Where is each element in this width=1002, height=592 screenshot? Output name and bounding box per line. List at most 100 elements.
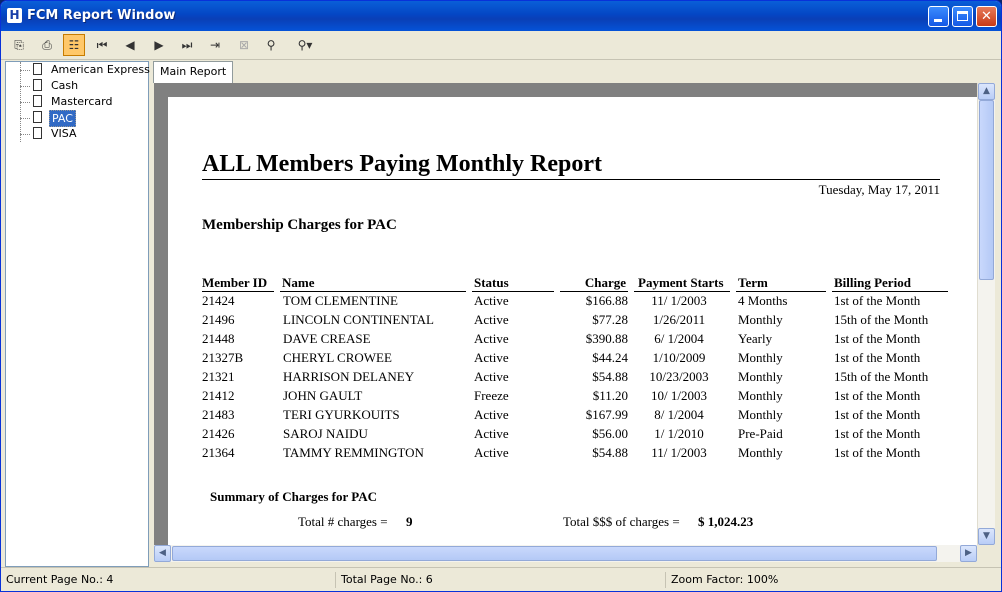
tree-connector bbox=[20, 102, 30, 103]
column-header-term: Term bbox=[738, 275, 768, 290]
stop-button[interactable]: ⊠ bbox=[233, 34, 255, 56]
header-rule bbox=[736, 291, 826, 292]
summary-count-label: Total # charges = bbox=[298, 514, 388, 529]
last-page-button[interactable]: ⏭ bbox=[176, 34, 198, 56]
go-to-page-button[interactable]: ⇥ bbox=[204, 34, 226, 56]
cell-billing-period: 1st of the Month bbox=[834, 331, 921, 346]
cell-name: CHERYL CROWEE bbox=[283, 350, 392, 365]
minimize-button[interactable] bbox=[928, 6, 949, 27]
cell-member-id: 21364 bbox=[202, 445, 235, 460]
cell-member-id: 21412 bbox=[202, 388, 235, 403]
arrow-left-icon: ◀ bbox=[159, 548, 166, 558]
cell-charge: $44.24 bbox=[592, 350, 628, 365]
cell-member-id: 21321 bbox=[202, 369, 235, 384]
vertical-scroll-thumb[interactable] bbox=[979, 100, 994, 280]
scroll-left-button[interactable]: ◀ bbox=[154, 545, 171, 562]
cell-billing-period: 15th of the Month bbox=[834, 369, 929, 384]
vertical-scrollbar[interactable]: ▲ ▼ bbox=[977, 83, 995, 545]
column-header-billing-period: Billing Period bbox=[834, 275, 911, 290]
search-button[interactable]: ⚲ bbox=[260, 34, 282, 56]
horizontal-scroll-thumb[interactable] bbox=[172, 546, 937, 561]
cell-charge: $56.00 bbox=[592, 426, 628, 441]
next-page-button[interactable]: ▶ bbox=[148, 34, 170, 56]
cell-member-id: 21327B bbox=[202, 350, 244, 365]
document-icon bbox=[33, 127, 42, 139]
cell-member-id: 21424 bbox=[202, 293, 235, 308]
cell-member-id: 21448 bbox=[202, 331, 235, 346]
cell-billing-period: 1st of the Month bbox=[834, 388, 921, 403]
cell-payment-starts: 1/10/2009 bbox=[652, 350, 706, 365]
cell-payment-starts: 11/ 1/2003 bbox=[651, 293, 707, 308]
first-page-icon: ⏮ bbox=[96, 37, 108, 52]
title-rule bbox=[202, 179, 940, 180]
zoom-button[interactable]: ⚲▾ bbox=[289, 34, 321, 56]
cell-term: Pre-Paid bbox=[738, 426, 783, 441]
tab-main-report[interactable]: Main Report bbox=[153, 61, 234, 83]
cell-term: 4 Months bbox=[738, 293, 788, 308]
horizontal-scrollbar[interactable]: ◀ ▶ bbox=[154, 545, 977, 562]
cell-payment-starts: 8/ 1/2004 bbox=[654, 407, 704, 422]
cell-charge: $54.88 bbox=[592, 369, 628, 384]
section-title: Membership Charges for PAC bbox=[202, 217, 397, 233]
summary-count-value: 9 bbox=[406, 514, 413, 529]
cell-status: Active bbox=[474, 369, 509, 384]
group-tree-button[interactable]: ☷ bbox=[63, 34, 85, 56]
header-rule bbox=[832, 291, 948, 292]
previous-page-button[interactable]: ◀ bbox=[119, 34, 141, 56]
toolbar: ⎘ ⎙ ☷ ⏮ ◀ ▶ ⏭ ⇥ ⊠ ⚲ ⚲▾ bbox=[1, 31, 1001, 60]
status-zoom-factor: Zoom Factor: 100% bbox=[665, 572, 995, 588]
cell-term: Monthly bbox=[738, 407, 783, 422]
column-header-member-id: Member ID bbox=[202, 275, 268, 290]
maximize-button[interactable] bbox=[952, 6, 973, 27]
cell-status: Active bbox=[474, 426, 509, 441]
report-viewport[interactable]: ALL Members Paying Monthly Report Tuesda… bbox=[154, 83, 978, 545]
summary-total-value: $ 1,024.23 bbox=[698, 514, 754, 529]
cell-status: Active bbox=[474, 350, 509, 365]
next-icon: ▶ bbox=[154, 38, 164, 52]
printer-icon: ⎙ bbox=[42, 37, 52, 52]
cell-status: Active bbox=[474, 445, 509, 460]
cell-status: Active bbox=[474, 331, 509, 346]
window-title: FCM Report Window bbox=[27, 8, 176, 23]
export-button[interactable]: ⎘ bbox=[8, 34, 30, 56]
cell-status: Active bbox=[474, 312, 509, 327]
column-header-name: Name bbox=[282, 275, 315, 290]
arrow-right-icon: ▶ bbox=[965, 548, 972, 558]
report-title: ALL Members Paying Monthly Report bbox=[202, 151, 602, 177]
cell-charge: $167.99 bbox=[585, 407, 628, 422]
cell-payment-starts: 10/23/2003 bbox=[649, 369, 709, 384]
scroll-down-button[interactable]: ▼ bbox=[978, 528, 995, 545]
cell-member-id: 21496 bbox=[202, 312, 235, 327]
cell-name: LINCOLN CONTINENTAL bbox=[283, 312, 434, 327]
document-icon bbox=[33, 63, 42, 75]
cell-term: Yearly bbox=[738, 331, 773, 346]
cell-payment-starts: 6/ 1/2004 bbox=[654, 331, 704, 346]
cell-name: TAMMY REMMINGTON bbox=[283, 445, 424, 460]
tree-item-label: American Express bbox=[51, 63, 150, 76]
stop-icon: ⊠ bbox=[238, 38, 250, 52]
status-bar: Current Page No.: 4 Total Page No.: 6 Zo… bbox=[1, 567, 1001, 591]
cell-name: HARRISON DELANEY bbox=[283, 369, 415, 384]
cell-status: Freeze bbox=[474, 388, 509, 403]
cell-name: JOHN GAULT bbox=[283, 388, 363, 403]
close-button[interactable]: ✕ bbox=[976, 6, 997, 27]
title-bar[interactable]: H FCM Report Window ✕ bbox=[1, 1, 1001, 31]
go-to-page-icon: ⇥ bbox=[209, 38, 221, 52]
scroll-right-button[interactable]: ▶ bbox=[960, 545, 977, 562]
first-page-button[interactable]: ⏮ bbox=[91, 34, 113, 56]
cell-term: Monthly bbox=[738, 445, 783, 460]
cell-name: DAVE CREASE bbox=[283, 331, 371, 346]
tree-item-label: VISA bbox=[51, 127, 77, 140]
cell-payment-starts: 1/26/2011 bbox=[652, 312, 706, 327]
cell-charge: $54.88 bbox=[592, 445, 628, 460]
report-date: Tuesday, May 17, 2011 bbox=[818, 182, 940, 197]
cell-name: SAROJ NAIDU bbox=[283, 426, 368, 441]
header-rule bbox=[634, 291, 730, 292]
tree-connector bbox=[20, 134, 30, 135]
cell-charge: $166.88 bbox=[585, 293, 628, 308]
arrow-down-icon: ▼ bbox=[983, 531, 990, 541]
print-button[interactable]: ⎙ bbox=[36, 34, 58, 56]
cell-name: TOM CLEMENTINE bbox=[283, 293, 398, 308]
scroll-up-button[interactable]: ▲ bbox=[978, 83, 995, 100]
document-icon bbox=[33, 111, 42, 123]
